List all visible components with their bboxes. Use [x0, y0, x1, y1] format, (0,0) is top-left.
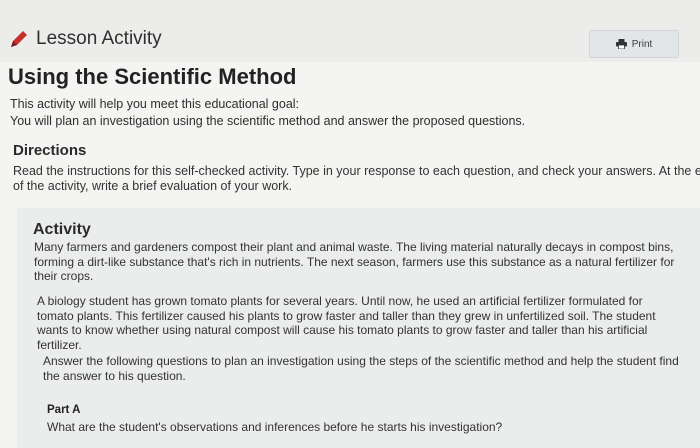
lesson-activity-label: Lesson Activity [36, 28, 162, 49]
paragraph-line: Answer the following questions to plan a… [43, 354, 679, 368]
directions-text: Read the instructions for this self-chec… [13, 164, 700, 194]
pencil-icon [8, 28, 30, 50]
paragraph-line: their crops. [34, 269, 94, 283]
paragraph-line: fertilizer. [37, 337, 82, 352]
intro-line: This activity will help you meet this ed… [10, 97, 300, 111]
directions-line: of the activity, write a brief evaluatio… [13, 179, 293, 193]
intro-text: This activity will help you meet this ed… [10, 96, 690, 130]
paragraph-line: forming a dirt-like substance that's ric… [34, 254, 675, 269]
paragraph-line: tomato plants. This fertilizer caused hi… [37, 308, 656, 323]
page-title: Using the Scientific Method [8, 64, 297, 89]
paragraph-line: the answer to his question. [43, 368, 186, 383]
intro-line: You will plan an investigation using the… [10, 114, 526, 128]
lesson-activity-header: Lesson Activity [8, 28, 162, 50]
directions-heading: Directions [13, 142, 87, 159]
print-button[interactable]: Print [589, 30, 679, 58]
activity-heading: Activity [33, 221, 91, 238]
part-a-question: What are the student's observations and … [47, 420, 503, 434]
paragraph-line: Many farmers and gardeners compost their… [34, 240, 674, 254]
activity-paragraph-compost: Many farmers and gardeners compost their… [34, 240, 694, 284]
activity-paragraph-instructions: Answer the following questions to plan a… [43, 354, 700, 383]
printer-icon [615, 39, 627, 49]
print-label: Print [631, 38, 653, 50]
paragraph-line: A biology student has grown tomato plant… [37, 294, 643, 308]
directions-section: Directions Read the instructions for thi… [0, 138, 700, 200]
activity-section: Activity Many farmers and gardeners comp… [17, 208, 700, 448]
part-a-label: Part A [47, 404, 81, 416]
directions-line: Read the instructions for this self-chec… [13, 164, 700, 178]
paragraph-line: wants to know whether using natural comp… [37, 323, 648, 337]
activity-paragraph-student: A biology student has grown tomato plant… [37, 294, 697, 352]
